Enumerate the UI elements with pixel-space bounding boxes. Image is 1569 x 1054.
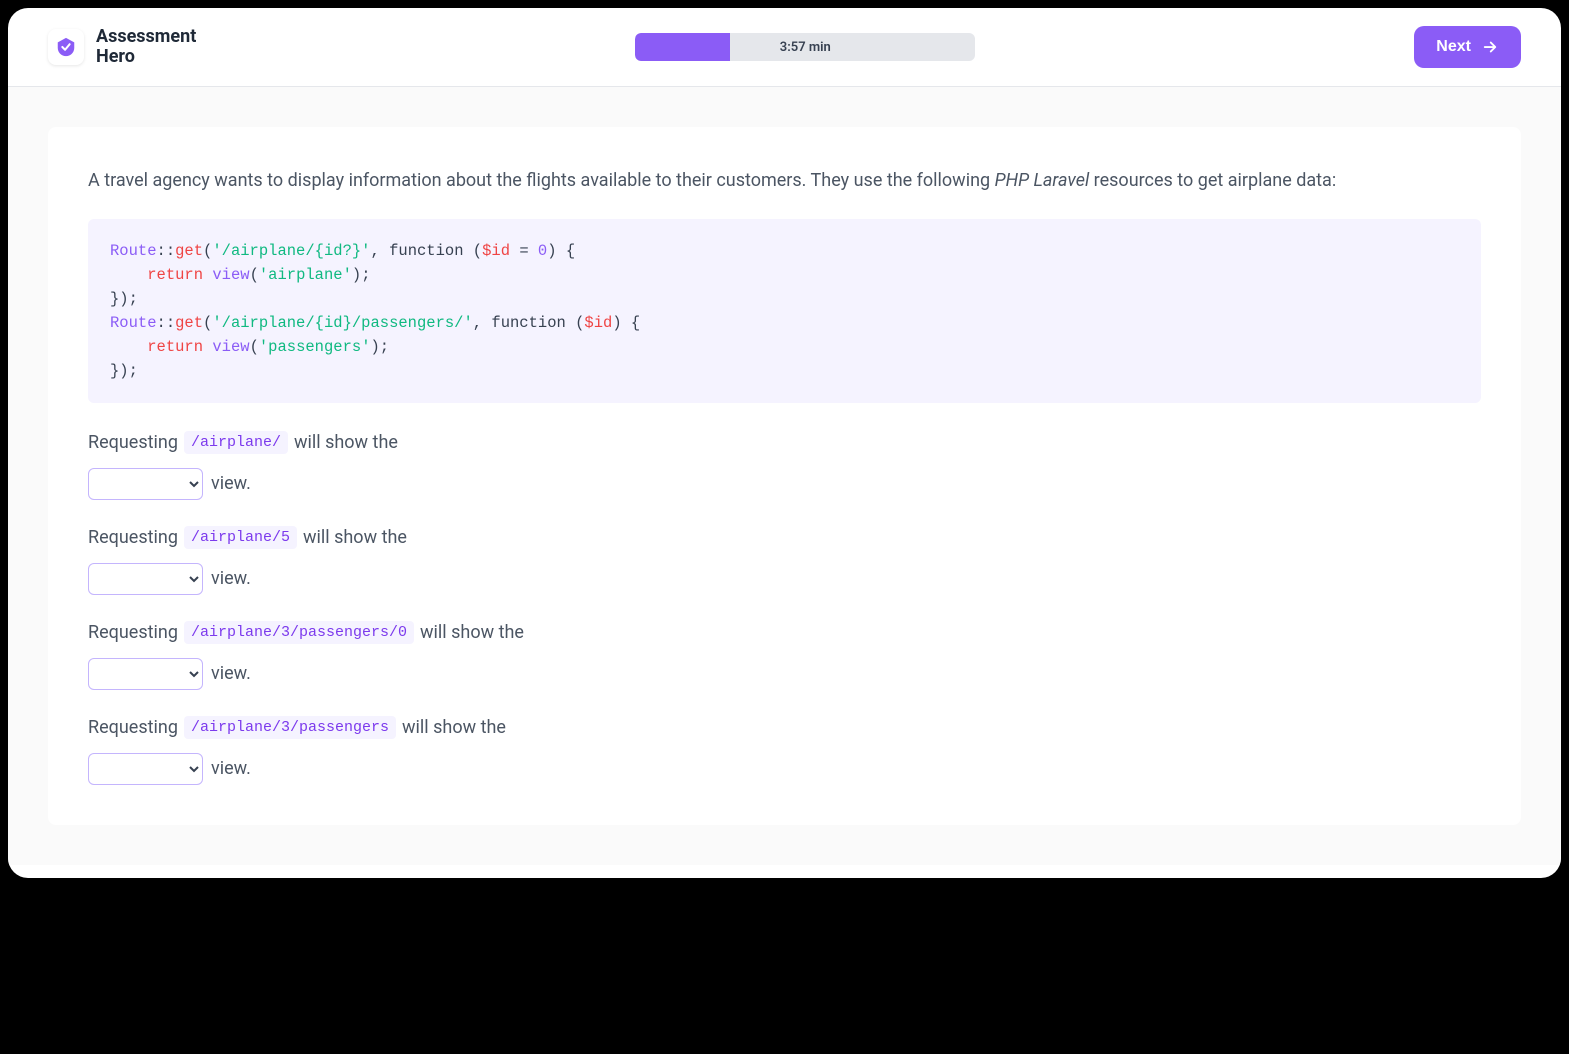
answer-select-2[interactable] xyxy=(88,563,203,595)
prompt-row-4: Requesting /airplane/3/passengers will s… xyxy=(88,716,1481,739)
path-code-4: /airplane/3/passengers xyxy=(184,716,396,739)
progress-fill xyxy=(635,33,730,61)
intro-before: A travel agency wants to display informa… xyxy=(88,170,995,191)
next-button[interactable]: Next xyxy=(1414,26,1521,68)
prompt-row-3: Requesting /airplane/3/passengers/0 will… xyxy=(88,621,1481,644)
answer-row-2: view. xyxy=(88,563,1481,595)
header: Assessment Hero 3:57 min Next xyxy=(8,8,1561,87)
content-wrapper: A travel agency wants to display informa… xyxy=(8,87,1561,865)
answer-row-1: view. xyxy=(88,468,1481,500)
brand-line2: Hero xyxy=(96,47,196,67)
app-frame: Assessment Hero 3:57 min Next A travel a… xyxy=(8,8,1561,878)
logo-section: Assessment Hero xyxy=(48,27,196,67)
answer-row-4: view. xyxy=(88,753,1481,785)
code-block: Route::get('/airplane/{id?}', function (… xyxy=(88,219,1481,403)
path-code-2: /airplane/5 xyxy=(184,526,297,549)
timer-text: 3:57 min xyxy=(780,40,831,55)
answer-select-1[interactable] xyxy=(88,468,203,500)
requesting-label: Requesting xyxy=(88,432,178,453)
intro-after: resources to get airplane data: xyxy=(1089,170,1336,191)
view-suffix-3: view. xyxy=(211,663,251,684)
brand-line1: Assessment xyxy=(96,26,196,47)
logo-text: Assessment Hero xyxy=(96,27,196,67)
requesting-label: Requesting xyxy=(88,717,178,738)
path-code-1: /airplane/ xyxy=(184,431,288,454)
next-button-label: Next xyxy=(1436,38,1471,56)
path-code-3: /airplane/3/passengers/0 xyxy=(184,621,414,644)
question-intro: A travel agency wants to display informa… xyxy=(88,167,1481,195)
answer-select-3[interactable] xyxy=(88,658,203,690)
answer-row-3: view. xyxy=(88,658,1481,690)
answer-select-4[interactable] xyxy=(88,753,203,785)
requesting-label: Requesting xyxy=(88,622,178,643)
will-show-label: will show the xyxy=(303,527,407,548)
progress-container: 3:57 min xyxy=(635,33,975,61)
view-suffix-4: view. xyxy=(211,758,251,779)
will-show-label: will show the xyxy=(420,622,524,643)
prompt-row-1: Requesting /airplane/ will show the xyxy=(88,431,1481,454)
will-show-label: will show the xyxy=(294,432,398,453)
view-suffix-1: view. xyxy=(211,473,251,494)
will-show-label: will show the xyxy=(402,717,506,738)
prompt-row-2: Requesting /airplane/5 will show the xyxy=(88,526,1481,549)
question-card: A travel agency wants to display informa… xyxy=(48,127,1521,825)
requesting-label: Requesting xyxy=(88,527,178,548)
view-suffix-2: view. xyxy=(211,568,251,589)
intro-em: PHP Laravel xyxy=(995,170,1090,191)
arrow-right-icon xyxy=(1481,38,1499,56)
logo-icon xyxy=(48,29,84,65)
progress-bar: 3:57 min xyxy=(635,33,975,61)
